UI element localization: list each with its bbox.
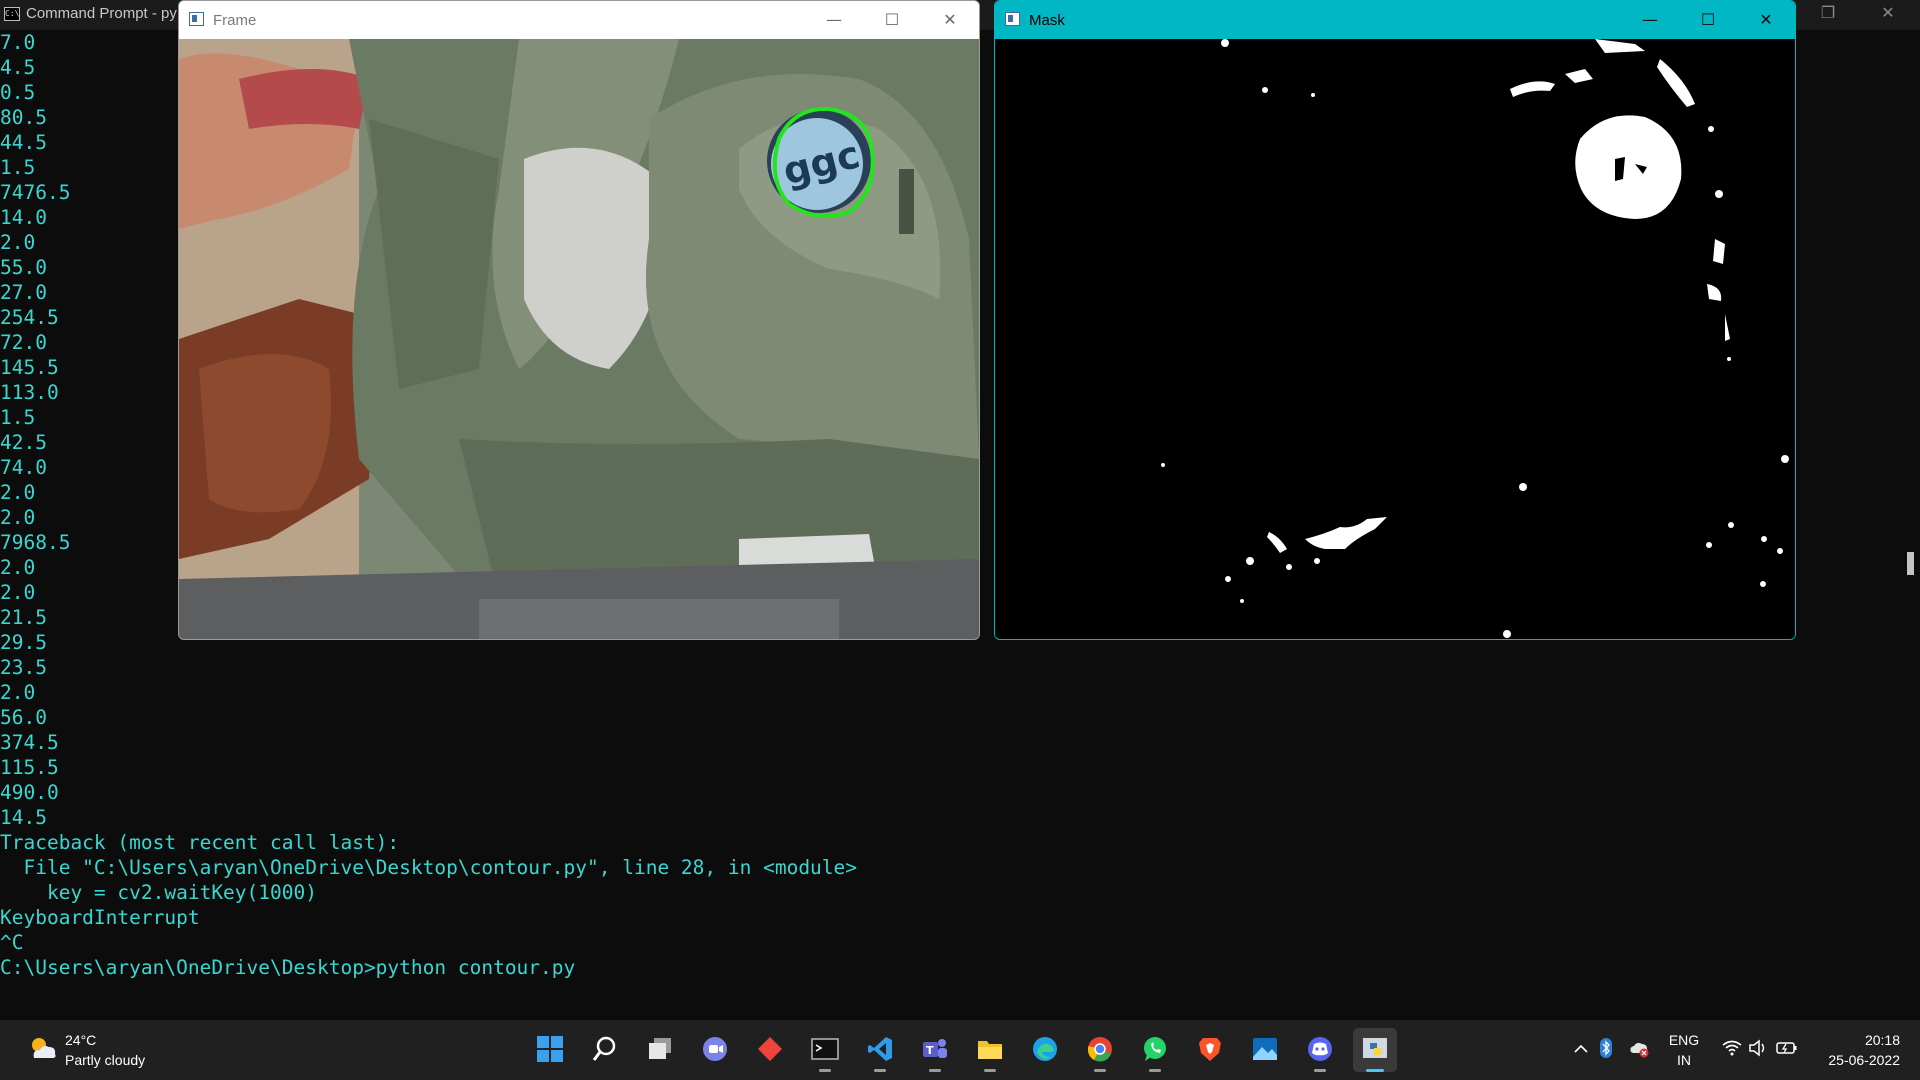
minimize-button[interactable]: — bbox=[805, 1, 863, 39]
clock-time: 20:18 bbox=[1864, 1032, 1900, 1048]
close-icon[interactable]: ✕ bbox=[1868, 3, 1908, 22]
console-line: File "C:\Users\aryan\OneDrive\Desktop\co… bbox=[0, 856, 858, 879]
running-indicator bbox=[1366, 1069, 1384, 1072]
vscode-button[interactable] bbox=[858, 1028, 902, 1072]
whatsapp-button[interactable] bbox=[1133, 1028, 1177, 1072]
clock[interactable]: 20:18 25-06-2022 bbox=[1828, 1030, 1900, 1070]
console-line: C:\Users\aryan\OneDrive\Desktop>python c… bbox=[0, 956, 576, 979]
console-line: 115.5 bbox=[0, 756, 59, 779]
svg-text:T: T bbox=[926, 1044, 934, 1057]
language-indicator[interactable]: ENG IN bbox=[1668, 1030, 1700, 1070]
discord-button[interactable] bbox=[1298, 1028, 1342, 1072]
console-scrollbar[interactable] bbox=[1907, 552, 1914, 575]
edge-icon bbox=[1033, 1037, 1057, 1061]
partly-cloudy-icon bbox=[32, 1038, 56, 1058]
volume-icon bbox=[1749, 1039, 1765, 1057]
onedrive-icon[interactable] bbox=[1628, 1038, 1650, 1058]
brave-icon bbox=[1199, 1038, 1221, 1061]
start-button[interactable] bbox=[528, 1028, 572, 1072]
console-line: 23.5 bbox=[0, 656, 47, 679]
close-button[interactable]: ✕ bbox=[921, 1, 979, 39]
console-line: 2.0 bbox=[0, 681, 36, 704]
weather-widget[interactable]: 24°C Partly cloudy bbox=[22, 1030, 202, 1072]
weather-temperature: 24°C bbox=[65, 1032, 97, 1048]
whatsapp-icon bbox=[1144, 1037, 1166, 1061]
console-line: ^C bbox=[0, 931, 24, 954]
console-line: key = cv2.waitKey(1000) bbox=[0, 881, 317, 904]
chrome-icon bbox=[1087, 1037, 1112, 1062]
running-indicator bbox=[984, 1069, 996, 1072]
anydesk-button[interactable] bbox=[748, 1028, 792, 1072]
chat-button[interactable] bbox=[693, 1028, 737, 1072]
search-icon bbox=[592, 1036, 616, 1061]
wifi-icon bbox=[1722, 1040, 1742, 1056]
task-view-button[interactable] bbox=[638, 1028, 682, 1072]
maximize-button[interactable]: ☐ bbox=[863, 1, 921, 39]
file-explorer-icon bbox=[978, 1041, 1002, 1059]
taskbar-apps: T bbox=[528, 1028, 1408, 1072]
window-app-icon bbox=[189, 12, 204, 26]
console-line: 490.0 bbox=[0, 781, 59, 804]
weather-condition: Partly cloudy bbox=[65, 1052, 146, 1068]
region-code: IN bbox=[1677, 1052, 1691, 1068]
mask-image bbox=[995, 39, 1795, 639]
chat-icon bbox=[703, 1037, 727, 1061]
file-explorer-button[interactable] bbox=[968, 1028, 1012, 1072]
running-indicator bbox=[1094, 1069, 1106, 1072]
maximize-button[interactable]: ☐ bbox=[1679, 1, 1737, 39]
mask-titlebar[interactable]: Mask — ☐ ✕ bbox=[995, 1, 1795, 39]
mask-window[interactable]: Mask — ☐ ✕ bbox=[994, 0, 1796, 640]
start-icon bbox=[537, 1036, 563, 1062]
running-indicator bbox=[874, 1069, 886, 1072]
python-icon bbox=[1363, 1038, 1387, 1058]
camera-frame-image: ggc bbox=[179, 39, 979, 639]
cmd-app-icon: C:\ bbox=[4, 7, 20, 21]
frame-titlebar[interactable]: Frame — ☐ ✕ bbox=[179, 1, 979, 39]
task-view-icon bbox=[649, 1038, 671, 1059]
bluetooth-icon[interactable] bbox=[1599, 1038, 1613, 1058]
running-indicator bbox=[929, 1069, 941, 1072]
chrome-button[interactable] bbox=[1078, 1028, 1122, 1072]
console-line: Traceback (most recent call last): bbox=[0, 831, 400, 854]
running-indicator bbox=[1149, 1069, 1161, 1072]
teams-icon: T bbox=[923, 1039, 947, 1058]
console-line: 14.5 bbox=[0, 806, 47, 829]
frame-window-title: Frame bbox=[213, 12, 257, 29]
discord-icon bbox=[1308, 1037, 1332, 1061]
chevron-up-icon[interactable] bbox=[1572, 1040, 1590, 1058]
terminal-button[interactable] bbox=[803, 1028, 847, 1072]
brave-button[interactable] bbox=[1188, 1028, 1232, 1072]
system-tray bbox=[1566, 1020, 1676, 1080]
teams-button[interactable]: T bbox=[913, 1028, 957, 1072]
clock-date: 25-06-2022 bbox=[1828, 1052, 1900, 1068]
edge-button[interactable] bbox=[1023, 1028, 1067, 1072]
cmd-window-title: Command Prompt - py bbox=[26, 5, 177, 22]
photos-icon bbox=[1253, 1038, 1277, 1060]
quick-settings[interactable] bbox=[1718, 1020, 1808, 1080]
battery-icon bbox=[1776, 1042, 1797, 1054]
minimize-button[interactable]: — bbox=[1621, 1, 1679, 39]
anydesk-icon bbox=[758, 1037, 782, 1061]
console-line: 374.5 bbox=[0, 731, 59, 754]
vscode-icon bbox=[868, 1037, 892, 1061]
frame-window[interactable]: Frame — ☐ ✕ ggc bbox=[178, 0, 980, 640]
search-button[interactable] bbox=[583, 1028, 627, 1072]
running-indicator bbox=[819, 1069, 831, 1072]
console-line: 56.0 bbox=[0, 706, 47, 729]
python-button[interactable] bbox=[1353, 1028, 1397, 1072]
close-button[interactable]: ✕ bbox=[1737, 1, 1795, 39]
window-app-icon bbox=[1005, 12, 1020, 26]
restore-icon[interactable]: ❐ bbox=[1808, 3, 1848, 22]
taskbar: 24°C Partly cloudy T ENG IN 20:18 25-06-… bbox=[0, 1020, 1920, 1080]
mask-window-title: Mask bbox=[1029, 12, 1065, 29]
running-indicator bbox=[1314, 1069, 1326, 1072]
console-line: KeyboardInterrupt bbox=[0, 906, 200, 929]
language-code: ENG bbox=[1668, 1032, 1700, 1048]
terminal-icon bbox=[811, 1038, 839, 1060]
photos-button[interactable] bbox=[1243, 1028, 1287, 1072]
